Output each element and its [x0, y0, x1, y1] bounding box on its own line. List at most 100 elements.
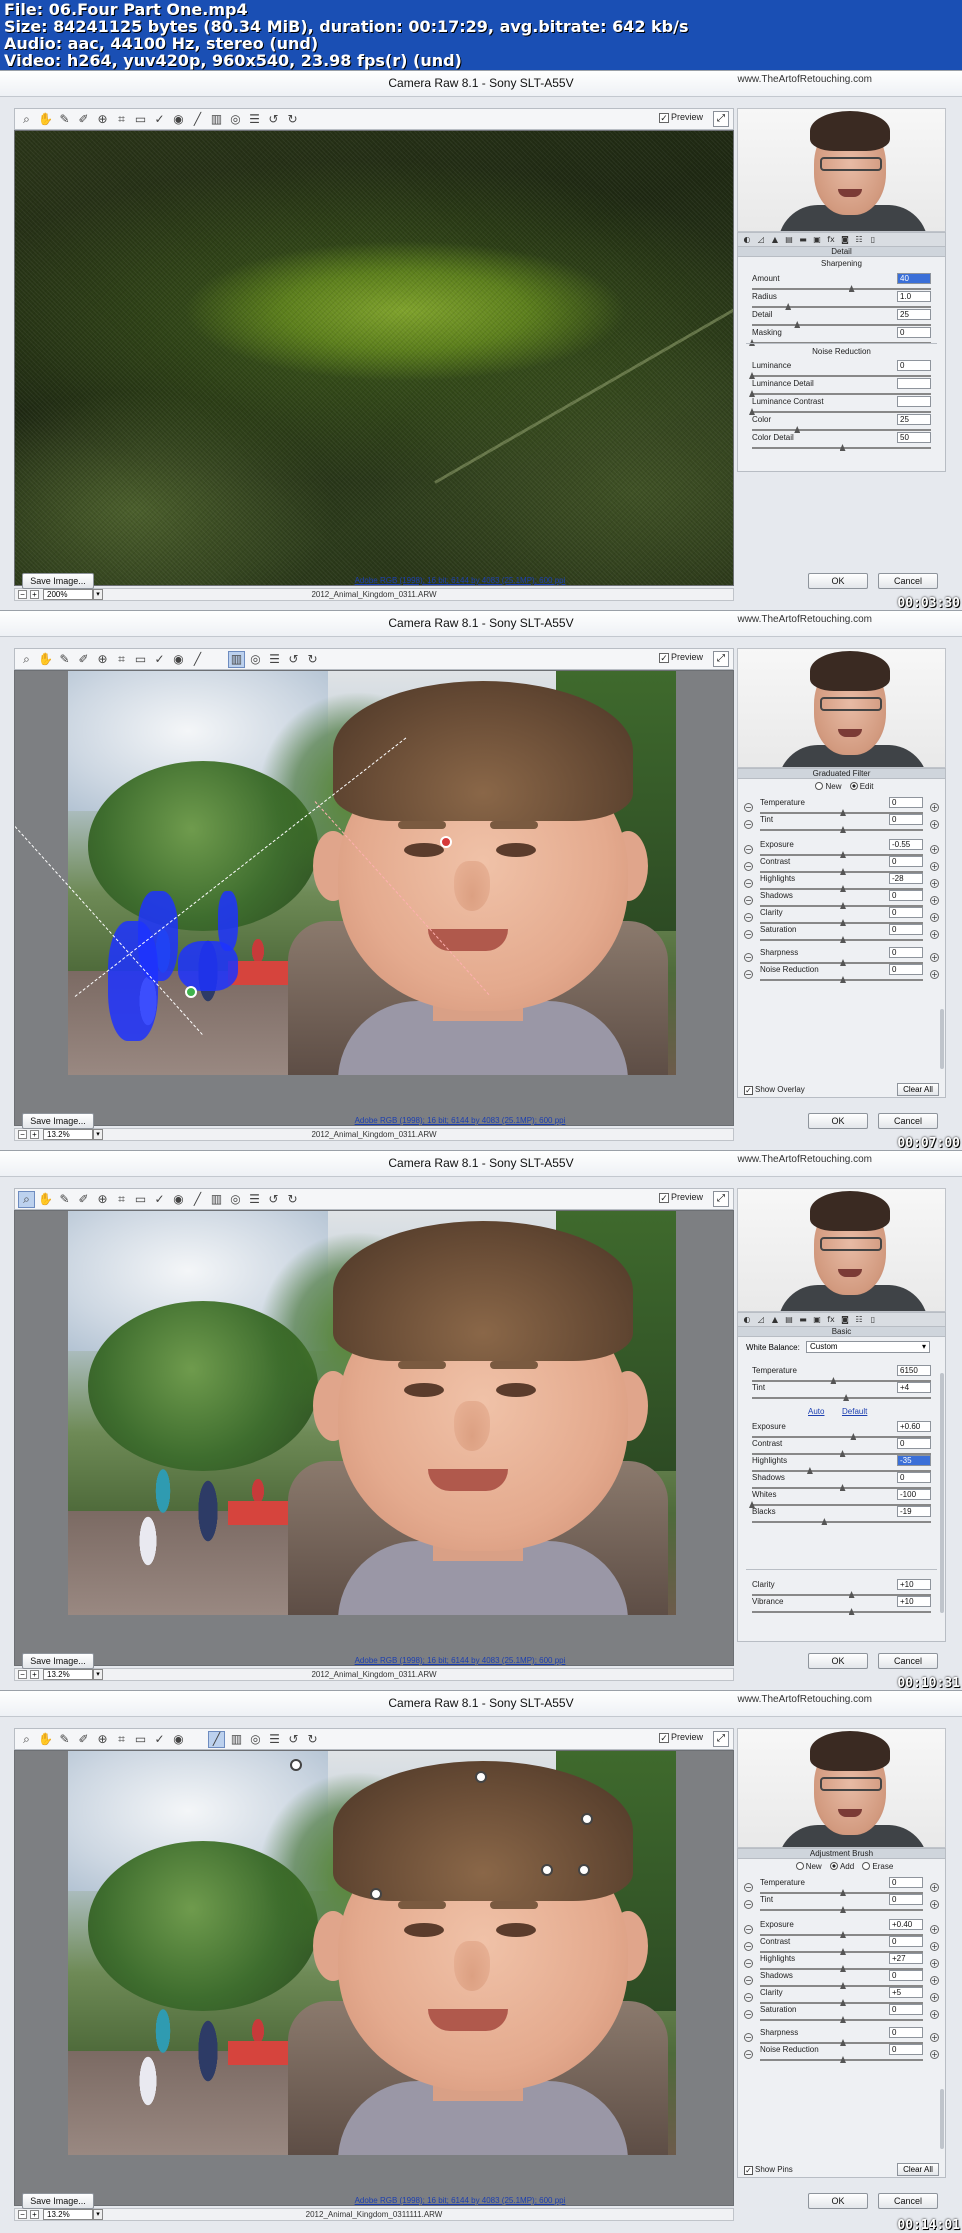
color-sampler-icon[interactable]: ✐ — [75, 1731, 92, 1748]
slider-value-field[interactable]: 0 — [889, 2044, 923, 2055]
plus-icon[interactable]: + — [930, 2010, 939, 2019]
crop-tool-icon[interactable]: ⌗ — [113, 1191, 130, 1208]
red-eye-icon[interactable]: ◉ — [170, 1731, 187, 1748]
plus-icon[interactable]: + — [930, 930, 939, 939]
slider-value-field[interactable]: 0 — [889, 890, 923, 901]
ok-button[interactable]: OK — [808, 1113, 868, 1129]
slider-value-field[interactable]: -0.55 — [889, 839, 923, 850]
slider-value-field[interactable]: 0 — [889, 924, 923, 935]
show-overlay-checkbox[interactable]: ✓ Show Overlay — [744, 1085, 805, 1095]
red-handle[interactable] — [440, 836, 452, 848]
plus-icon[interactable]: + — [930, 1959, 939, 1968]
slider-value-field[interactable]: 0 — [889, 964, 923, 975]
slider-value-field[interactable]: 25 — [897, 309, 931, 320]
radial-filter-icon[interactable]: ◎ — [227, 1191, 244, 1208]
plus-icon[interactable]: + — [930, 803, 939, 812]
cancel-button[interactable]: Cancel — [878, 1653, 938, 1669]
adjustment-brush-icon[interactable]: ╱ — [189, 1191, 206, 1208]
plus-icon[interactable]: + — [930, 2033, 939, 2042]
panel-scrollbar[interactable] — [940, 1009, 944, 1069]
minus-icon[interactable]: − — [744, 845, 753, 854]
slider-value-field[interactable]: -35 — [897, 1455, 931, 1466]
slider-track[interactable] — [752, 1521, 931, 1523]
minus-icon[interactable]: − — [744, 896, 753, 905]
brush-pin[interactable] — [370, 1888, 382, 1900]
brush-pin[interactable] — [475, 1771, 487, 1783]
radial-filter-icon[interactable]: ◎ — [247, 651, 264, 668]
slider-tint[interactable]: − Tint 0 + — [738, 1894, 945, 1918]
minus-icon[interactable]: − — [744, 953, 753, 962]
cancel-button[interactable]: Cancel — [878, 573, 938, 589]
plus-icon[interactable]: + — [930, 970, 939, 979]
slider-track[interactable] — [752, 324, 931, 326]
slider-value-field[interactable]: 50 — [897, 432, 931, 443]
minus-icon[interactable]: − — [744, 879, 753, 888]
slider-value-field[interactable]: 0 — [889, 797, 923, 808]
preferences-icon[interactable]: ☰ — [266, 651, 283, 668]
spot-removal-icon[interactable]: ✓ — [151, 1731, 168, 1748]
fullscreen-icon[interactable]: ⤢ — [713, 111, 729, 127]
save-image-button[interactable]: Save Image... — [22, 573, 94, 589]
slider-value-field[interactable]: 0 — [889, 1936, 923, 1947]
color-sampler-icon[interactable]: ✐ — [75, 651, 92, 668]
save-image-button[interactable]: Save Image... — [22, 1113, 94, 1129]
rotate-right-icon[interactable]: ↻ — [284, 111, 301, 128]
target-adjust-icon[interactable]: ⊕ — [94, 111, 111, 128]
slider-value-field[interactable]: 25 — [897, 414, 931, 425]
plus-icon[interactable]: + — [930, 2050, 939, 2059]
graduated-filter-icon[interactable]: ▥ — [228, 651, 245, 668]
slider-value-field[interactable]: 0 — [889, 1970, 923, 1981]
minus-icon[interactable]: − — [744, 930, 753, 939]
slider-value-field[interactable]: 0 — [889, 2027, 923, 2038]
minus-icon[interactable]: − — [744, 1959, 753, 1968]
panel-scrollbar[interactable] — [940, 2089, 944, 2149]
green-handle[interactable] — [185, 986, 197, 998]
tab-hsl-icon[interactable]: ▤ — [783, 1315, 795, 1325]
graduated-filter-icon[interactable]: ▥ — [208, 1191, 225, 1208]
slider-value-field[interactable]: +0.60 — [897, 1421, 931, 1432]
straighten-tool-icon[interactable]: ▭ — [132, 111, 149, 128]
slider-value-field[interactable]: -28 — [889, 873, 923, 884]
tab-effects-icon[interactable]: fx — [825, 235, 837, 245]
image-canvas[interactable] — [14, 1750, 734, 2206]
slider-color-detail[interactable]: Color Detail 50 — [738, 432, 945, 456]
save-image-button[interactable]: Save Image... — [22, 2193, 94, 2209]
tab-basic-icon[interactable]: ◐ — [741, 235, 753, 245]
minus-icon[interactable]: − — [744, 1942, 753, 1951]
slider-value-field[interactable]: 40 — [897, 273, 931, 284]
slider-track[interactable] — [752, 375, 931, 377]
radial-filter-icon[interactable]: ◎ — [247, 1731, 264, 1748]
tab-effects-icon[interactable]: fx — [825, 1315, 837, 1325]
adjustment-brush-icon[interactable]: ╱ — [208, 1731, 225, 1748]
image-canvas[interactable] — [14, 130, 734, 586]
minus-icon[interactable]: − — [744, 913, 753, 922]
slider-value-field[interactable]: 0 — [889, 947, 923, 958]
tab-lens-icon[interactable]: ▣ — [811, 1315, 823, 1325]
minus-icon[interactable]: − — [744, 1900, 753, 1909]
slider-noise-reduction[interactable]: − Noise Reduction 0 + — [738, 2044, 945, 2068]
plus-icon[interactable]: + — [930, 896, 939, 905]
zoom-tool-icon[interactable]: ⌕ — [18, 1731, 35, 1748]
workflow-options-link[interactable]: Adobe RGB (1998); 16 bit; 6144 by 4083 (… — [340, 1656, 580, 1665]
tab-split-tone-icon[interactable]: ▬ — [797, 235, 809, 245]
save-image-button[interactable]: Save Image... — [22, 1653, 94, 1669]
tab-tone-curve-icon[interactable]: ◿ — [755, 235, 767, 245]
slider-value-field[interactable]: 0 — [889, 2004, 923, 2015]
preview-checkbox[interactable]: ✓ Preview — [658, 1732, 703, 1743]
brush-pin[interactable] — [581, 1813, 593, 1825]
straighten-tool-icon[interactable]: ▭ — [132, 1731, 149, 1748]
rotate-right-icon[interactable]: ↻ — [304, 1731, 321, 1748]
preview-checkbox[interactable]: ✓ Preview — [658, 1192, 703, 1203]
brush-pin[interactable] — [541, 1864, 553, 1876]
slider-track[interactable] — [752, 288, 931, 290]
plus-icon[interactable]: + — [930, 1993, 939, 2002]
slider-track[interactable] — [752, 1611, 931, 1613]
rotate-right-icon[interactable]: ↻ — [304, 651, 321, 668]
plus-icon[interactable]: + — [930, 953, 939, 962]
radio-edit[interactable]: Edit — [844, 782, 874, 791]
tab-presets-icon[interactable]: ☷ — [853, 235, 865, 245]
plus-icon[interactable]: + — [930, 1925, 939, 1934]
slider-saturation[interactable]: − Saturation 0 + — [738, 2004, 945, 2028]
target-adjust-icon[interactable]: ⊕ — [94, 1191, 111, 1208]
tab-camera-calibration-icon[interactable]: ◙ — [839, 1315, 851, 1325]
